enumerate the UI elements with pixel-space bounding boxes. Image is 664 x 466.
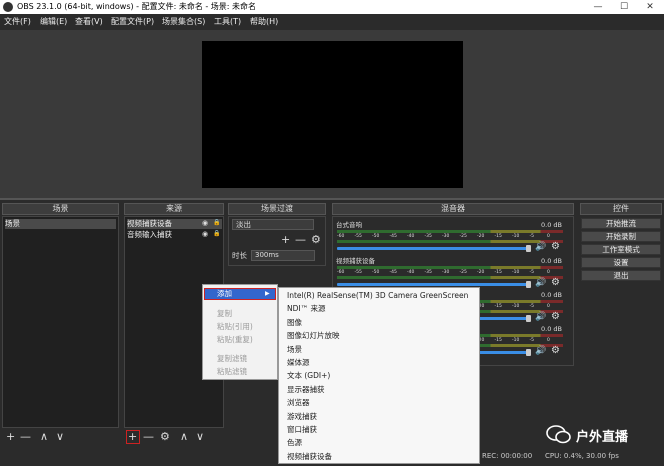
mixer-gear-icon[interactable]: ⚙ [551, 278, 560, 288]
scenes-list[interactable]: 场景 [2, 216, 119, 428]
watermark: 户外直播 [546, 423, 656, 445]
mute-speaker-icon[interactable]: 🔊 [535, 279, 546, 288]
watermark-text: 户外直播 [576, 430, 629, 445]
remove-transition-icon[interactable]: — [295, 234, 306, 246]
visibility-eye-icon[interactable]: ◉ [202, 230, 208, 238]
menu-paste-ref[interactable]: 粘贴(引用) [217, 322, 253, 332]
add-scene-icon[interactable]: + [6, 431, 15, 443]
add-source-submenu: Intel(R) RealSense(TM) 3D Camera GreenSc… [278, 287, 480, 464]
menu-paste-filters[interactable]: 粘贴滤镜 [217, 367, 247, 377]
scenes-dock-title: 场景 [2, 203, 119, 215]
mixer-channel-db: 0.0 dB [541, 221, 562, 229]
mixer-gear-icon[interactable]: ⚙ [551, 242, 560, 252]
lock-icon[interactable]: 🔒 [213, 230, 220, 237]
volume-slider[interactable] [337, 247, 527, 250]
menu-edit[interactable]: 编辑(E) [40, 16, 67, 28]
submenu-item[interactable]: 窗口捕获 [287, 424, 317, 436]
mute-speaker-icon[interactable]: 🔊 [535, 313, 546, 322]
submenu-item[interactable]: 色源 [287, 437, 302, 449]
submenu-item[interactable]: NDI™ 来源 [287, 303, 325, 315]
window-title: OBS 23.1.0 (64-bit, windows) - 配置文件: 未命名… [17, 2, 257, 11]
source-item-label: 音频输入捕获 [127, 230, 172, 239]
source-item-label: 视频捕获设备 [127, 219, 172, 228]
menu-bar: 文件(F) 编辑(E) 查看(V) 配置文件(P) 场景集合(S) 工具(T) … [0, 14, 664, 30]
cpu-status: CPU: 0.4%, 30.00 fps [545, 452, 619, 460]
mixer-gear-icon[interactable]: ⚙ [551, 312, 560, 322]
transitions-dock-title: 场景过渡 [228, 203, 326, 215]
submenu-item[interactable]: 浏览器 [287, 397, 310, 409]
scene-item[interactable]: 场景 [5, 219, 116, 229]
mixer-meter [337, 276, 563, 279]
volume-slider-knob[interactable] [526, 245, 531, 252]
submenu-arrow-icon: ▶ [265, 290, 270, 297]
mixer-channel-db: 0.0 dB [541, 257, 562, 265]
menu-file[interactable]: 文件(F) [4, 16, 31, 28]
menu-help[interactable]: 帮助(H) [250, 16, 278, 28]
exit-button[interactable]: 退出 [581, 270, 661, 281]
submenu-item[interactable]: Intel(R) RealSense(TM) 3D Camera GreenSc… [287, 290, 468, 302]
menu-add[interactable]: 添加 [217, 289, 232, 299]
mixer-channel-db: 0.0 dB [541, 325, 562, 333]
start-recording-button[interactable]: 开始录制 [581, 231, 661, 242]
submenu-item[interactable]: 图像 [287, 317, 302, 329]
duration-input[interactable]: 300ms [251, 250, 315, 261]
mute-speaker-icon[interactable]: 🔊 [535, 243, 546, 252]
menu-tools[interactable]: 工具(T) [214, 16, 241, 28]
mixer-channel-db: 0.0 dB [541, 291, 562, 299]
submenu-item[interactable]: 场景 [287, 344, 302, 356]
mixer-channel-name: 台式音响 [336, 221, 362, 229]
visibility-eye-icon[interactable]: ◉ [202, 219, 208, 227]
source-properties-gear-icon[interactable]: ⚙ [160, 431, 170, 443]
remove-source-icon[interactable]: — [143, 431, 154, 443]
mixer-channel-name: 视频捕获设备 [336, 257, 375, 265]
close-button[interactable]: ✕ [638, 0, 662, 14]
preview-canvas[interactable] [202, 41, 463, 188]
dock-divider[interactable] [0, 198, 664, 200]
menu-scene-collection[interactable]: 场景集合(S) [162, 16, 205, 28]
duration-label: 时长 [232, 251, 247, 260]
submenu-item[interactable]: 媒体源 [287, 357, 310, 369]
transitions-panel: 淡出 + — ⚙ 时长 300ms [228, 216, 326, 266]
source-up-icon[interactable]: ∧ [180, 431, 188, 443]
volume-slider[interactable] [337, 283, 527, 286]
menu-profile[interactable]: 配置文件(P) [111, 16, 154, 28]
add-transition-icon[interactable]: + [281, 234, 290, 246]
transition-select[interactable]: 淡出 [232, 219, 314, 230]
context-menu: 添加 ▶ 复制 粘贴(引用) 粘贴(重复) 复制滤镜 粘贴滤镜 [202, 284, 278, 380]
menu-copy-filters[interactable]: 复制滤镜 [217, 354, 247, 364]
submenu-item[interactable]: 文本 (GDI+) [287, 370, 330, 382]
volume-slider-knob[interactable] [526, 281, 531, 288]
mute-speaker-icon[interactable]: 🔊 [535, 347, 546, 356]
minimize-button[interactable]: — [586, 0, 610, 14]
menu-copy[interactable]: 复制 [217, 309, 232, 319]
maximize-button[interactable]: ☐ [612, 0, 636, 14]
transition-gear-icon[interactable]: ⚙ [311, 234, 321, 246]
sources-dock-title: 来源 [124, 203, 224, 215]
obs-logo-icon [3, 2, 13, 12]
menu-view[interactable]: 查看(V) [75, 16, 103, 28]
scene-up-icon[interactable]: ∧ [40, 431, 48, 443]
rec-status: REC: 00:00:00 [482, 452, 533, 460]
menu-paste-dup[interactable]: 粘贴(重复) [217, 335, 253, 345]
source-down-icon[interactable]: ∨ [196, 431, 204, 443]
mixer-meter [337, 240, 563, 243]
mixer-dock-title: 混音器 [332, 203, 574, 215]
volume-slider-knob[interactable] [526, 315, 531, 322]
mixer-gear-icon[interactable]: ⚙ [551, 346, 560, 356]
lock-icon[interactable]: 🔒 [213, 219, 220, 226]
title-bar: OBS 23.1.0 (64-bit, windows) - 配置文件: 未命名… [0, 0, 664, 14]
submenu-item[interactable]: 图像幻灯片放映 [287, 330, 340, 342]
add-source-icon[interactable]: + [128, 431, 137, 443]
controls-dock-title: 控件 [580, 203, 662, 215]
volume-slider-knob[interactable] [526, 349, 531, 356]
studio-mode-button[interactable]: 工作室模式 [581, 244, 661, 255]
settings-button[interactable]: 设置 [581, 257, 661, 268]
remove-scene-icon[interactable]: — [20, 431, 31, 443]
scene-down-icon[interactable]: ∨ [56, 431, 64, 443]
submenu-item[interactable]: 游戏捕获 [287, 411, 317, 423]
submenu-item[interactable]: 视频捕获设备 [287, 451, 332, 463]
wechat-icon [546, 425, 571, 444]
submenu-item[interactable]: 显示器捕获 [287, 384, 325, 396]
start-streaming-button[interactable]: 开始推流 [581, 218, 661, 229]
